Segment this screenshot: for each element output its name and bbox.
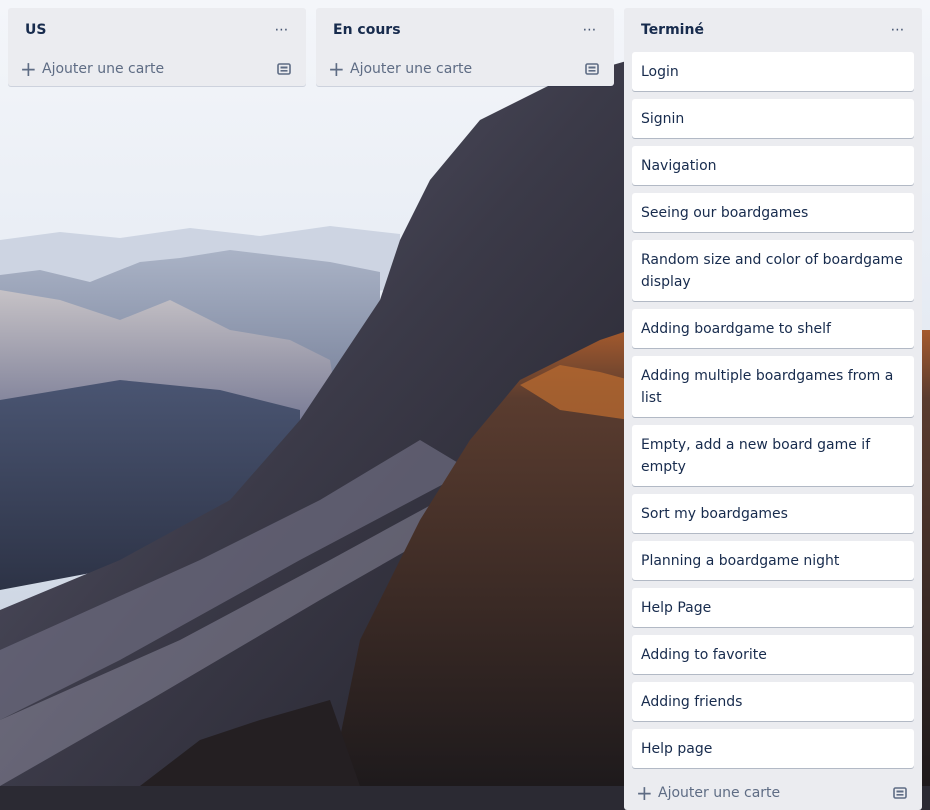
board: US ⋯ + Ajouter une carte En cours ⋯ + Aj…: [0, 0, 930, 810]
card-planning-night[interactable]: Planning a boardgame night: [632, 541, 914, 580]
card-adding-to-shelf[interactable]: Adding boardgame to shelf: [632, 309, 914, 348]
card-seeing-boardgames[interactable]: Seeing our boardgames: [632, 193, 914, 232]
add-card-row: + Ajouter une carte: [624, 776, 922, 810]
ellipsis-icon[interactable]: ⋯: [268, 20, 296, 40]
list-termine: Terminé ⋯ Login Signin Navigation Seeing…: [624, 8, 922, 810]
add-card-label: Ajouter une carte: [42, 61, 165, 77]
list-title[interactable]: En cours: [333, 22, 401, 38]
card-template-icon[interactable]: [892, 785, 908, 801]
add-card-button[interactable]: + Ajouter une carte: [328, 59, 472, 79]
card-template-icon[interactable]: [584, 61, 600, 77]
card-help-page[interactable]: Help Page: [632, 588, 914, 627]
list-en-cours: En cours ⋯ + Ajouter une carte: [316, 8, 614, 86]
card-sort-boardgames[interactable]: Sort my boardgames: [632, 494, 914, 533]
card-navigation[interactable]: Navigation: [632, 146, 914, 185]
add-card-button[interactable]: + Ajouter une carte: [20, 59, 164, 79]
card-login[interactable]: Login: [632, 52, 914, 91]
card-help-page-2[interactable]: Help page: [632, 729, 914, 768]
list-header: US ⋯: [8, 8, 306, 52]
card-adding-favorite[interactable]: Adding to favorite: [632, 635, 914, 674]
add-card-row: + Ajouter une carte: [316, 52, 614, 86]
ellipsis-icon[interactable]: ⋯: [576, 20, 604, 40]
plus-icon: +: [636, 781, 653, 805]
add-card-label: Ajouter une carte: [658, 785, 781, 801]
add-card-row: + Ajouter une carte: [8, 52, 306, 86]
card-adding-friends[interactable]: Adding friends: [632, 682, 914, 721]
plus-icon: +: [20, 57, 37, 81]
list-header: Terminé ⋯: [624, 8, 922, 52]
card-empty-add-new[interactable]: Empty, add a new board game if empty: [632, 425, 914, 486]
ellipsis-icon[interactable]: ⋯: [884, 20, 912, 40]
list-title[interactable]: US: [25, 22, 46, 38]
add-card-label: Ajouter une carte: [350, 61, 473, 77]
add-card-button[interactable]: + Ajouter une carte: [636, 783, 780, 803]
list-us: US ⋯ + Ajouter une carte: [8, 8, 306, 86]
card-random-size-color[interactable]: Random size and color of boardgame displ…: [632, 240, 914, 301]
list-title[interactable]: Terminé: [641, 22, 704, 38]
list-header: En cours ⋯: [316, 8, 614, 52]
plus-icon: +: [328, 57, 345, 81]
card-list: Login Signin Navigation Seeing our board…: [624, 52, 922, 768]
card-signin[interactable]: Signin: [632, 99, 914, 138]
card-template-icon[interactable]: [276, 61, 292, 77]
card-adding-multiple[interactable]: Adding multiple boardgames from a list: [632, 356, 914, 417]
